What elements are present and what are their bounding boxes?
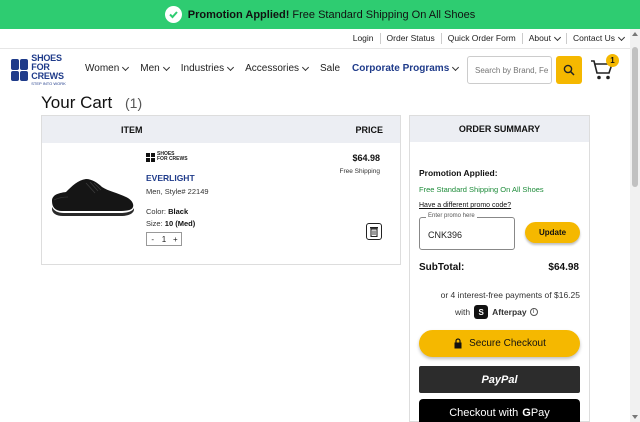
logo-tagline: STEP INTO WORK	[31, 81, 66, 86]
promo-field-label: Enter promo here	[426, 213, 477, 219]
order-status-link[interactable]: Order Status	[379, 33, 441, 44]
promo-applied-label: Promotion Applied:	[419, 168, 498, 178]
cart-items-table: ITEM PRICE SHOES FOR CREWS EVERLIGHT Men,…	[41, 115, 401, 265]
chevron-down-icon	[452, 63, 460, 71]
product-name[interactable]: EVERLIGHT	[146, 173, 195, 183]
remove-item-button[interactable]	[366, 223, 382, 240]
category-menu: Women Men Industries Accessories Sale Co…	[85, 63, 470, 74]
order-summary-title: ORDER SUMMARY	[410, 116, 589, 142]
product-brand-logo: SHOES FOR CREWS	[146, 152, 188, 162]
info-icon[interactable]: i	[529, 308, 538, 316]
promo-banner: Promotion Applied! Free Standard Shippin…	[0, 0, 640, 29]
chevron-down-icon	[617, 33, 626, 41]
nav-industries[interactable]: Industries	[180, 63, 235, 74]
banner-bold-text: Promotion Applied!	[187, 8, 290, 21]
chevron-down-icon	[227, 63, 235, 71]
scrollbar-thumb[interactable]	[632, 47, 638, 187]
nav-men[interactable]: Men	[140, 63, 170, 74]
product-color: Color: Black	[146, 207, 188, 216]
nav-accessories-label: Accessories	[245, 63, 299, 74]
logo-mark	[11, 59, 29, 81]
qty-increase-button[interactable]: +	[170, 233, 181, 245]
quantity-stepper: - 1 +	[146, 232, 182, 246]
search-icon	[563, 64, 575, 76]
item-shipping: Free Shipping	[339, 168, 380, 175]
gpay-suffix: Pay	[530, 406, 550, 419]
column-header-price: PRICE	[355, 124, 383, 135]
cart-item-count: (1)	[125, 95, 143, 111]
afterpay-installments: or 4 interest-free payments of $16.25	[440, 290, 580, 300]
nav-corporate-label: Corporate Programs	[352, 63, 450, 74]
qty-value[interactable]: 1	[158, 233, 169, 245]
search-button[interactable]	[556, 56, 582, 84]
about-link[interactable]: About	[521, 33, 566, 44]
afterpay-brand-line: with S Afterpay i	[455, 305, 538, 319]
nav-industries-label: Industries	[180, 63, 225, 74]
promo-code-value[interactable]: CNK396	[428, 230, 462, 240]
contact-link[interactable]: Contact Us	[565, 33, 630, 44]
check-circle-icon	[164, 6, 182, 23]
color-value: Black	[168, 207, 189, 216]
contact-label: Contact Us	[572, 33, 615, 43]
chevron-down-icon	[301, 63, 310, 71]
gpay-prefix: Checkout with	[449, 406, 519, 419]
afterpay-logo-icon: S	[474, 305, 489, 319]
promo-code-field[interactable]: Enter promo here CNK396	[419, 213, 515, 250]
size-label: Size:	[146, 219, 163, 228]
nav-women[interactable]: Women	[85, 63, 130, 74]
subtotal-value: $64.98	[548, 262, 579, 273]
product-style: Men, Style# 22149	[146, 187, 209, 196]
quick-order-link[interactable]: Quick Order Form	[440, 33, 522, 44]
page-scrollbar[interactable]	[630, 29, 640, 422]
nav-sale[interactable]: Sale	[320, 63, 340, 74]
chevron-down-icon	[122, 63, 130, 71]
utility-nav: Login Order Status Quick Order Form Abou…	[0, 29, 630, 49]
nav-women-label: Women	[85, 63, 120, 74]
google-pay-button[interactable]: Checkout with G Pay	[419, 399, 580, 422]
update-promo-button[interactable]: Update	[525, 222, 580, 243]
chevron-down-icon	[553, 33, 561, 41]
column-header-item: ITEM	[121, 124, 143, 135]
product-size: Size: 10 (Med)	[146, 219, 195, 228]
chevron-down-icon	[162, 63, 170, 71]
google-g-icon: G	[522, 406, 531, 419]
scroll-up-arrow-icon[interactable]	[632, 32, 638, 36]
site-logo[interactable]: SHOES FOR CREWS STEP INTO WORK	[11, 54, 73, 86]
brand-mini-line2: FOR CREWS	[157, 156, 188, 162]
about-label: About	[528, 33, 551, 43]
lock-icon	[454, 338, 462, 349]
different-promo-link[interactable]: Have a different promo code?	[419, 202, 511, 209]
promo-applied-value: Free Standard Shipping On All Shoes	[419, 185, 544, 194]
subtotal-label: SubTotal:	[419, 262, 465, 273]
afterpay-with: with	[455, 307, 471, 317]
main-nav: SHOES FOR CREWS STEP INTO WORK Women Men…	[0, 50, 630, 90]
color-label: Color:	[146, 207, 167, 216]
logo-line2: FOR CREWS	[31, 62, 64, 81]
table-header: ITEM PRICE	[42, 116, 400, 143]
nav-accessories[interactable]: Accessories	[245, 63, 310, 74]
cart-count-badge: 1	[606, 54, 619, 67]
product-image[interactable]	[48, 171, 136, 221]
page-title: Your Cart	[41, 93, 113, 112]
paypal-button[interactable]: PayPal	[419, 366, 580, 393]
nav-corporate-programs[interactable]: Corporate Programs	[352, 63, 460, 74]
banner-text: Free Standard Shipping On All Shoes	[292, 8, 476, 21]
nav-men-label: Men	[140, 63, 160, 74]
search-input[interactable]	[467, 56, 552, 84]
afterpay-brand: Afterpay	[492, 307, 527, 317]
secure-checkout-button[interactable]: Secure Checkout	[419, 330, 580, 357]
size-value: 10 (Med)	[164, 219, 196, 228]
scroll-down-arrow-icon[interactable]	[632, 415, 638, 419]
trash-icon	[370, 227, 378, 237]
item-price: $64.98	[352, 153, 380, 163]
login-link[interactable]: Login	[347, 33, 380, 44]
order-summary: ORDER SUMMARY Promotion Applied: Free St…	[409, 115, 590, 422]
secure-checkout-label: Secure Checkout	[469, 338, 546, 349]
qty-decrease-button[interactable]: -	[147, 233, 158, 245]
